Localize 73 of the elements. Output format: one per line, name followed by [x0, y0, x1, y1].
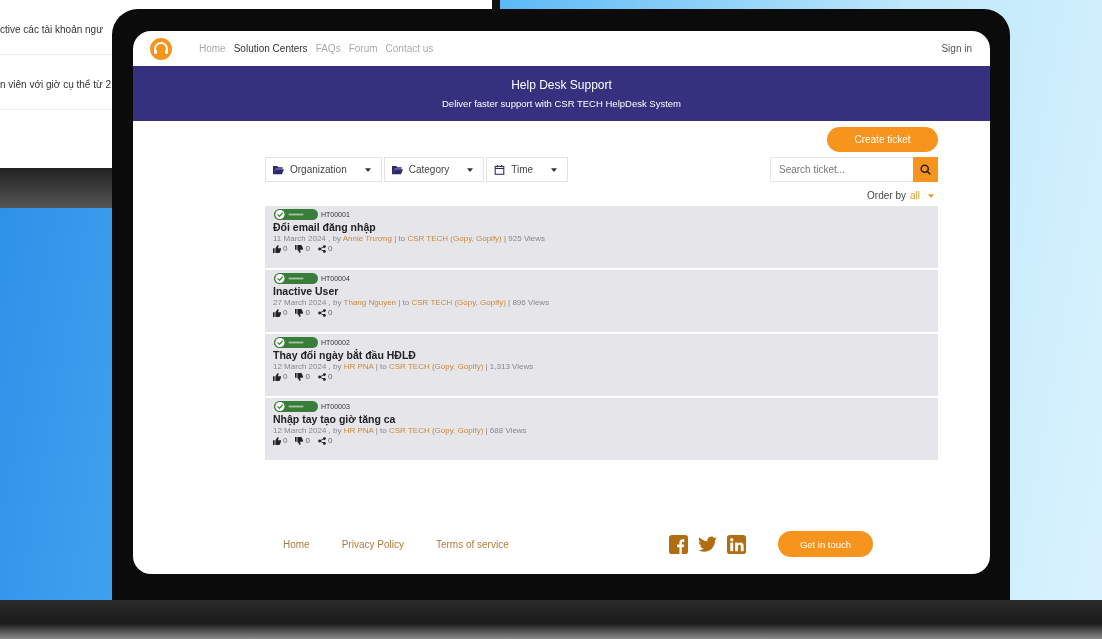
thumbs-up-icon[interactable] — [273, 372, 281, 381]
thumbs-down-icon[interactable] — [295, 244, 304, 253]
ticket-meta: 27 March 2024 , by Thang Nguyen | to CSR TECH (Gopy, Gopify) | 896 Views — [273, 298, 551, 307]
headset-logo-icon — [149, 36, 173, 61]
ticket-meta: 11 March 2024 , by Annie Trương | to CSR TECH (Gopy, Gopify) | 925 Views — [273, 234, 547, 243]
ticket-title[interactable]: Thay đổi ngày bắt đầu HĐLĐ — [273, 349, 930, 361]
like-count: 0 — [283, 372, 288, 381]
caret-icon — [928, 193, 934, 198]
linkedin-icon[interactable] — [727, 534, 746, 554]
share-icon[interactable] — [317, 308, 326, 317]
thumbs-down-icon[interactable] — [295, 308, 304, 317]
share-count: 0 — [327, 372, 333, 381]
team-link[interactable]: CSR TECH (Gopy, Gopify) — [388, 426, 484, 435]
share-icon[interactable] — [317, 372, 326, 381]
filter-dropdown[interactable]: Time — [486, 157, 569, 182]
ticket-title[interactable]: Đổi email đăng nhập — [273, 221, 930, 233]
search-field[interactable]: Search ticket... — [770, 157, 913, 182]
dislike-count: 0 — [305, 372, 310, 381]
nav-link[interactable]: FAQs — [315, 43, 341, 54]
ticket-meta: 12 March 2024 , by HR PNA | to CSR TECH (Gopy, Gopify) | 688 Views — [273, 426, 528, 435]
order-by-dropdown[interactable]: all — [910, 190, 920, 201]
thumbs-down-icon[interactable] — [295, 436, 304, 445]
share-icon[interactable] — [317, 436, 326, 445]
search-icon — [920, 164, 931, 175]
status-badge-icon — [273, 401, 319, 412]
ticket-title[interactable]: Nhập tay tạo giờ tăng ca — [273, 413, 930, 425]
facebook-icon[interactable] — [669, 534, 688, 554]
thumbs-up-icon[interactable] — [273, 308, 281, 317]
author-link[interactable]: HR PNA — [343, 426, 374, 435]
folder-icon — [273, 164, 284, 175]
twitter-icon[interactable] — [698, 534, 717, 554]
share-count: 0 — [327, 308, 333, 317]
sign-in-link[interactable]: Sign in — [941, 43, 972, 54]
folder-icon — [391, 164, 403, 175]
caret-icon — [551, 167, 558, 172]
ticket-title[interactable]: Inactive User — [273, 285, 930, 297]
dislike-count: 0 — [305, 244, 310, 253]
footer-link[interactable]: Terms of service — [435, 538, 509, 550]
order-by-label: Order by — [867, 190, 906, 201]
thumbs-up-icon[interactable] — [273, 244, 281, 253]
nav-link[interactable]: Contact us — [385, 43, 434, 54]
team-link[interactable]: CSR TECH (Gopy, Gopify) — [388, 362, 484, 371]
dislike-count: 0 — [305, 436, 310, 445]
nav-link[interactable]: Forum — [348, 43, 378, 54]
author-link[interactable]: Annie Trương — [342, 234, 392, 243]
status-badge-icon — [273, 337, 319, 348]
like-count: 0 — [283, 436, 288, 445]
nav-link[interactable]: Home — [199, 43, 226, 54]
status-badge-icon — [273, 209, 319, 220]
author-link[interactable]: Thang Nguyen — [343, 298, 397, 307]
get-in-touch-button[interactable]: Get in touch — [778, 531, 873, 557]
like-count: 0 — [283, 244, 288, 253]
banner-title: Help Desk Support — [511, 78, 612, 92]
create-ticket-button[interactable]: Create ticket — [827, 127, 938, 152]
thumbs-down-icon[interactable] — [295, 372, 304, 381]
filter-dropdown[interactable]: Organization — [265, 157, 382, 182]
status-badge-icon — [273, 273, 319, 284]
share-count: 0 — [327, 244, 333, 253]
dislike-count: 0 — [305, 308, 310, 317]
like-count: 0 — [283, 308, 288, 317]
share-count: 0 — [327, 436, 333, 445]
filter-dropdown[interactable]: Category — [383, 157, 485, 182]
author-link[interactable]: HR PNA — [343, 362, 374, 371]
thumbs-up-icon[interactable] — [273, 436, 281, 445]
ticket-meta: 12 March 2024 , by HR PNA | to CSR TECH (Gopy, Gopify) | 1,313 Views — [273, 362, 535, 371]
footer-link[interactable]: Privacy Policy — [341, 538, 404, 550]
search-button[interactable] — [913, 157, 938, 182]
calendar-icon — [494, 164, 506, 175]
share-icon[interactable] — [317, 244, 326, 253]
nav-link[interactable]: Solution Centers — [233, 43, 308, 54]
team-link[interactable]: CSR TECH (Gopy, Gopify) — [411, 298, 506, 307]
team-link[interactable]: CSR TECH (Gopy, Gopify) — [407, 234, 502, 243]
footer-link[interactable]: Home — [283, 538, 310, 550]
